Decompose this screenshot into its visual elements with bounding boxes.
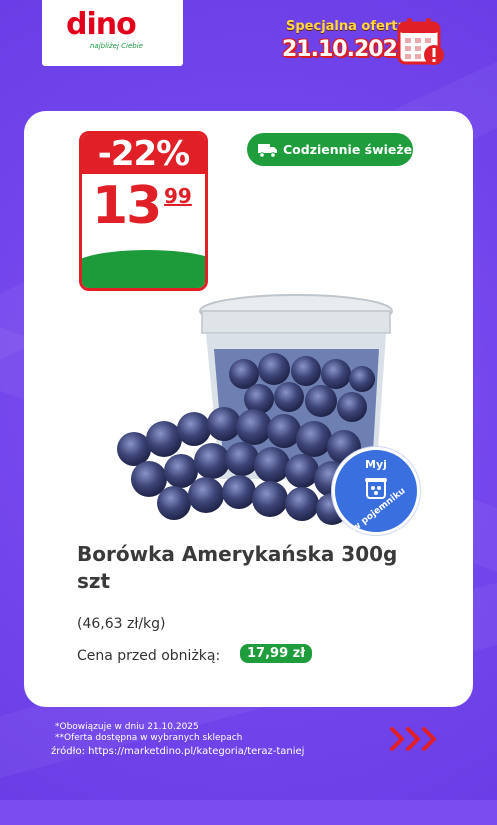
wash-in-container-badge: Myj w pojemniku xyxy=(332,447,420,535)
price-cents: 99 xyxy=(164,184,192,208)
previous-price-label: Cena przed obniżką: xyxy=(77,648,221,664)
logo-tagline: najbliżej Ciebie xyxy=(90,42,143,50)
discount-percent: -22% xyxy=(97,134,191,174)
price-badge: -22% 13 99 xyxy=(79,131,208,291)
validity-note: *Obowiązuje w dniu 21.10.2025 xyxy=(55,722,199,732)
dino-logo[interactable]: dino najbliżej Ciebie xyxy=(42,0,183,66)
fresh-daily-badge: Codziennie świeże xyxy=(247,133,413,166)
price-per-kg: (46,63 zł/kg) xyxy=(77,616,166,632)
source-link[interactable]: źródło: https://marketdino.pl/kategoria/… xyxy=(51,746,304,757)
previous-price: 17,99 zł xyxy=(240,644,313,663)
triple-chevron-right-icon[interactable] xyxy=(388,725,446,753)
price-main: 13 xyxy=(92,176,162,236)
offer-date: 21.10.2025 xyxy=(282,37,412,62)
wash-badge-top-text: Myj xyxy=(365,458,387,471)
product-card[interactable]: -22% 13 99 Codziennie świeże Myj w pojem… xyxy=(24,111,473,707)
price-badge-green-wave xyxy=(82,250,205,288)
delivery-truck-icon xyxy=(258,144,277,158)
logo-text: dino xyxy=(66,7,137,42)
calendar-alert-icon xyxy=(397,18,444,65)
special-offer-label: Specjalna oferta xyxy=(286,19,407,34)
fresh-badge-label: Codziennie świeże xyxy=(283,142,413,157)
product-name: Borówka Amerykańska 300g szt xyxy=(77,542,398,593)
availability-note: **Oferta dostępna w wybranych sklepach xyxy=(55,733,243,743)
